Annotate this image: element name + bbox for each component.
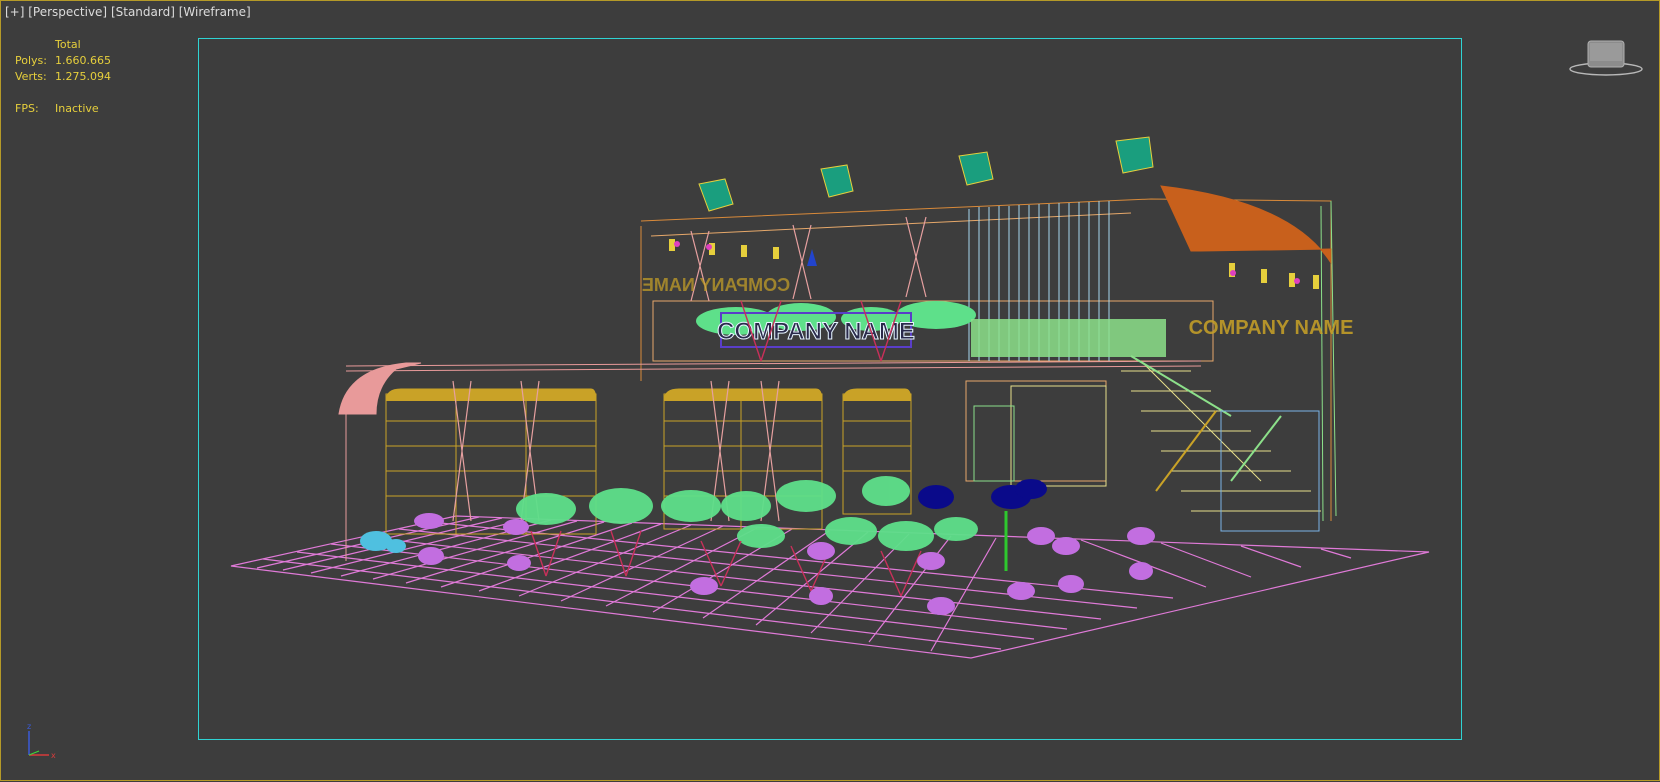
blue-chairs [918, 479, 1047, 509]
booth-structure [345, 198, 1337, 561]
staircase [1121, 355, 1321, 532]
spotlights [698, 136, 1154, 212]
axis-tripod: z x [27, 722, 56, 760]
company-sign-back: COMPANY NAME [642, 275, 790, 295]
company-sign-side: COMPANY NAME [1189, 317, 1354, 339]
orange-awning [1160, 185, 1332, 265]
company-sign-main: COMPANY NAME [717, 318, 915, 345]
axis-x-label: x [51, 751, 56, 760]
counter-panel [971, 319, 1166, 357]
axis-z-label: z [27, 722, 31, 731]
wireframe-scene[interactable]: COMPANY NAME COMPANY NAME COMPANY NAME [1, 1, 1660, 782]
viewport-perspective[interactable]: [+] [Perspective] [Standard] [Wireframe]… [0, 0, 1660, 781]
door-frame [965, 380, 1107, 487]
blue-marker [807, 249, 817, 266]
viewcube[interactable] [1568, 37, 1644, 79]
